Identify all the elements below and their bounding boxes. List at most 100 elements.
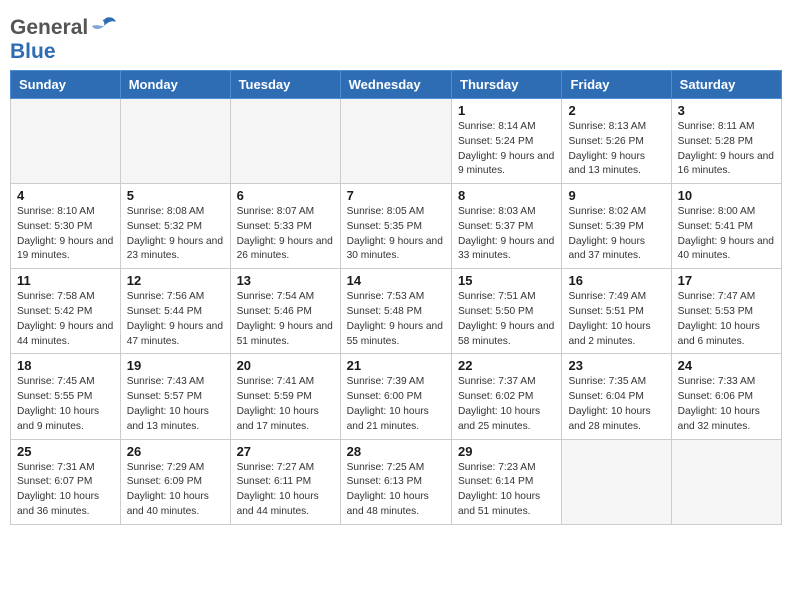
day-number: 23 (568, 358, 664, 373)
calendar-header-monday: Monday (120, 71, 230, 99)
day-info: Sunrise: 7:25 AM Sunset: 6:13 PM Dayligh… (347, 461, 445, 520)
day-info: Sunrise: 7:54 AM Sunset: 5:46 PM Dayligh… (237, 290, 334, 349)
day-number: 18 (17, 358, 114, 373)
calendar-cell: 3 Sunrise: 8:11 AM Sunset: 5:28 PM Daylig… (671, 99, 781, 184)
calendar-cell: 15 Sunrise: 7:51 AM Sunset: 5:50 PM Dayli… (452, 269, 562, 354)
calendar-cell (230, 99, 340, 184)
logo: General Blue (10, 10, 118, 64)
calendar-cell: 21 Sunrise: 7:39 AM Sunset: 6:00 PM Dayli… (340, 354, 451, 439)
day-number: 28 (347, 444, 445, 459)
calendar-cell (11, 99, 121, 184)
logo-general-text: General (10, 16, 88, 40)
day-number: 19 (127, 358, 224, 373)
day-info: Sunrise: 7:27 AM Sunset: 6:11 PM Dayligh… (237, 461, 334, 520)
day-number: 26 (127, 444, 224, 459)
calendar-cell (671, 439, 781, 524)
day-number: 11 (17, 273, 114, 288)
day-number: 9 (568, 188, 664, 203)
day-info: Sunrise: 7:39 AM Sunset: 6:00 PM Dayligh… (347, 375, 445, 434)
day-info: Sunrise: 7:56 AM Sunset: 5:44 PM Dayligh… (127, 290, 224, 349)
calendar-cell: 11 Sunrise: 7:58 AM Sunset: 5:42 PM Dayli… (11, 269, 121, 354)
calendar-cell: 20 Sunrise: 7:41 AM Sunset: 5:59 PM Dayli… (230, 354, 340, 439)
day-info: Sunrise: 7:29 AM Sunset: 6:09 PM Dayligh… (127, 461, 224, 520)
calendar-cell: 5 Sunrise: 8:08 AM Sunset: 5:32 PM Daylig… (120, 184, 230, 269)
day-info: Sunrise: 7:37 AM Sunset: 6:02 PM Dayligh… (458, 375, 555, 434)
calendar-cell: 9 Sunrise: 8:02 AM Sunset: 5:39 PM Daylig… (562, 184, 671, 269)
calendar-cell: 23 Sunrise: 7:35 AM Sunset: 6:04 PM Dayli… (562, 354, 671, 439)
calendar-cell: 10Sunrise: 8:00 AM Sunset: 5:41 PM Dayli… (671, 184, 781, 269)
calendar-cell: 29 Sunrise: 7:23 AM Sunset: 6:14 PM Dayli… (452, 439, 562, 524)
day-number: 16 (568, 273, 664, 288)
calendar-cell: 27 Sunrise: 7:27 AM Sunset: 6:11 PM Dayli… (230, 439, 340, 524)
day-info: Sunrise: 7:31 AM Sunset: 6:07 PM Dayligh… (17, 461, 114, 520)
calendar-cell: 12 Sunrise: 7:56 AM Sunset: 5:44 PM Dayli… (120, 269, 230, 354)
calendar-cell (340, 99, 451, 184)
calendar-cell: 4 Sunrise: 8:10 AM Sunset: 5:30 PM Daylig… (11, 184, 121, 269)
day-info: Sunrise: 8:13 AM Sunset: 5:26 PM Dayligh… (568, 120, 664, 179)
day-number: 14 (347, 273, 445, 288)
logo-blue-text: Blue (10, 40, 56, 64)
day-number: 4 (17, 188, 114, 203)
calendar-cell: 6 Sunrise: 8:07 AM Sunset: 5:33 PM Daylig… (230, 184, 340, 269)
calendar-cell: 17Sunrise: 7:47 AM Sunset: 5:53 PM Dayli… (671, 269, 781, 354)
day-info: Sunrise: 8:08 AM Sunset: 5:32 PM Dayligh… (127, 205, 224, 264)
day-info: Sunrise: 7:45 AM Sunset: 5:55 PM Dayligh… (17, 375, 114, 434)
calendar-cell: 2 Sunrise: 8:13 AM Sunset: 5:26 PM Daylig… (562, 99, 671, 184)
day-number: 8 (458, 188, 555, 203)
day-number: 6 (237, 188, 334, 203)
day-info: Sunrise: 7:51 AM Sunset: 5:50 PM Dayligh… (458, 290, 555, 349)
day-number: 24 (678, 358, 775, 373)
day-info: Sunrise: 8:10 AM Sunset: 5:30 PM Dayligh… (17, 205, 114, 264)
day-number: 3 (678, 103, 775, 118)
day-info: Sunrise: 7:49 AM Sunset: 5:51 PM Dayligh… (568, 290, 664, 349)
day-info: Sunrise: 7:58 AM Sunset: 5:42 PM Dayligh… (17, 290, 114, 349)
day-number: 2 (568, 103, 664, 118)
day-number: 1 (458, 103, 555, 118)
calendar-cell: 13 Sunrise: 7:54 AM Sunset: 5:46 PM Dayli… (230, 269, 340, 354)
calendar-header-tuesday: Tuesday (230, 71, 340, 99)
day-info: Sunrise: 7:23 AM Sunset: 6:14 PM Dayligh… (458, 461, 555, 520)
calendar-table: SundayMondayTuesdayWednesdayThursdayFrid… (10, 70, 782, 525)
day-number: 13 (237, 273, 334, 288)
day-number: 17 (678, 273, 775, 288)
day-info: Sunrise: 7:53 AM Sunset: 5:48 PM Dayligh… (347, 290, 445, 349)
calendar-cell: 24 Sunrise: 7:33 AM Sunset: 6:06 PM Dayli… (671, 354, 781, 439)
day-number: 21 (347, 358, 445, 373)
day-number: 22 (458, 358, 555, 373)
day-number: 27 (237, 444, 334, 459)
day-number: 10 (678, 188, 775, 203)
calendar-header-thursday: Thursday (452, 71, 562, 99)
calendar-cell: 14 Sunrise: 7:53 AM Sunset: 5:48 PM Dayli… (340, 269, 451, 354)
calendar-header-friday: Friday (562, 71, 671, 99)
calendar-header-sunday: Sunday (11, 71, 121, 99)
day-info: Sunrise: 7:33 AM Sunset: 6:06 PM Dayligh… (678, 375, 775, 434)
day-number: 12 (127, 273, 224, 288)
calendar-cell (120, 99, 230, 184)
day-info: Sunrise: 8:14 AM Sunset: 5:24 PM Dayligh… (458, 120, 555, 179)
calendar-cell: 28 Sunrise: 7:25 AM Sunset: 6:13 PM Dayli… (340, 439, 451, 524)
day-info: Sunrise: 8:02 AM Sunset: 5:39 PM Dayligh… (568, 205, 664, 264)
day-number: 7 (347, 188, 445, 203)
calendar-cell (562, 439, 671, 524)
calendar-cell: 25 Sunrise: 7:31 AM Sunset: 6:07 PM Dayli… (11, 439, 121, 524)
day-number: 29 (458, 444, 555, 459)
day-info: Sunrise: 8:03 AM Sunset: 5:37 PM Dayligh… (458, 205, 555, 264)
day-number: 5 (127, 188, 224, 203)
calendar-cell: 26 Sunrise: 7:29 AM Sunset: 6:09 PM Dayli… (120, 439, 230, 524)
day-info: Sunrise: 7:43 AM Sunset: 5:57 PM Dayligh… (127, 375, 224, 434)
day-info: Sunrise: 7:35 AM Sunset: 6:04 PM Dayligh… (568, 375, 664, 434)
calendar-cell: 22 Sunrise: 7:37 AM Sunset: 6:02 PM Dayli… (452, 354, 562, 439)
day-info: Sunrise: 8:07 AM Sunset: 5:33 PM Dayligh… (237, 205, 334, 264)
day-number: 25 (17, 444, 114, 459)
day-number: 20 (237, 358, 334, 373)
calendar-header-saturday: Saturday (671, 71, 781, 99)
calendar-cell: 18 Sunrise: 7:45 AM Sunset: 5:55 PM Dayli… (11, 354, 121, 439)
calendar-cell: 7 Sunrise: 8:05 AM Sunset: 5:35 PM Daylig… (340, 184, 451, 269)
calendar-cell: 1 Sunrise: 8:14 AM Sunset: 5:24 PM Daylig… (452, 99, 562, 184)
day-info: Sunrise: 7:41 AM Sunset: 5:59 PM Dayligh… (237, 375, 334, 434)
calendar-cell: 19 Sunrise: 7:43 AM Sunset: 5:57 PM Dayli… (120, 354, 230, 439)
day-number: 15 (458, 273, 555, 288)
calendar-header-wednesday: Wednesday (340, 71, 451, 99)
day-info: Sunrise: 8:05 AM Sunset: 5:35 PM Dayligh… (347, 205, 445, 264)
day-info: Sunrise: 8:11 AM Sunset: 5:28 PM Dayligh… (678, 120, 775, 179)
